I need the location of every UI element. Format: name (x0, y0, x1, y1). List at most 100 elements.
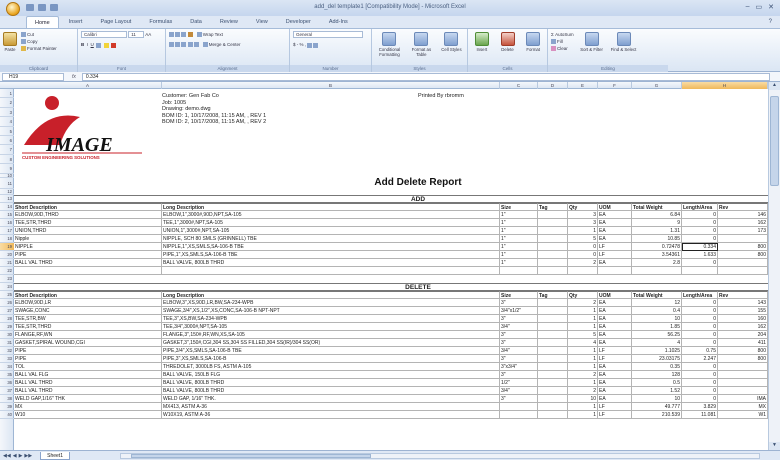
cell[interactable]: LF (598, 242, 632, 251)
cell[interactable]: 1.633 (682, 250, 718, 259)
cell[interactable]: 128 (632, 370, 682, 379)
merge-center-button[interactable]: Merge & Center (209, 42, 241, 47)
cell[interactable] (538, 370, 568, 379)
cell[interactable]: MX (718, 402, 768, 411)
cell[interactable]: Rev (718, 202, 768, 211)
cell[interactable]: BALL VAL THRD (14, 378, 162, 387)
cell[interactable]: 0 (682, 394, 718, 403)
decrease-decimal-icon[interactable] (313, 42, 319, 48)
cell[interactable]: 0 (682, 322, 718, 331)
cell[interactable]: MX413, ASTM A-36 (162, 402, 500, 411)
cell[interactable]: 210.539 (632, 410, 682, 419)
cell[interactable]: LF (598, 402, 632, 411)
cell[interactable] (538, 210, 568, 219)
cell[interactable]: PIPE (14, 354, 162, 363)
row-header-21[interactable]: 21 (0, 259, 14, 267)
table-row[interactable]: TEE,STR,THRD TEE,1",3000#,NPT,SA-105 1" 3 EA… (14, 218, 768, 227)
cell[interactable]: Size (500, 202, 538, 211)
cell[interactable]: 0 (682, 330, 718, 339)
cell[interactable]: 160 (718, 314, 768, 323)
cell[interactable] (598, 266, 632, 275)
decrease-indent-icon[interactable] (188, 42, 194, 48)
cell[interactable]: 1.85 (632, 322, 682, 331)
cell[interactable] (538, 354, 568, 363)
wrap-text-button[interactable]: Wrap Text (203, 32, 223, 37)
cell[interactable]: 0 (682, 298, 718, 307)
fill-color-icon[interactable] (103, 42, 109, 48)
cell[interactable] (538, 258, 568, 267)
cell[interactable]: ELBOW,1",3000#,90D,NPT,SA-105 (162, 210, 500, 219)
cell[interactable]: BALL VALVE, 800LB THRD (162, 386, 500, 395)
bold-icon[interactable]: B (81, 42, 84, 47)
cell[interactable] (500, 402, 538, 411)
cell[interactable]: 1" (500, 234, 538, 243)
row-header-8[interactable]: 8 (0, 155, 14, 165)
table-row[interactable]: BALL VAL THRD BALL VALVE, 800LB THRD 1" 2 EA… (14, 258, 768, 267)
cell[interactable] (538, 226, 568, 235)
cell[interactable]: PIPE,3",XS,SMLS,SA-106-B (162, 354, 500, 363)
cell[interactable]: 0 (682, 226, 718, 235)
cell[interactable]: W10 (14, 410, 162, 419)
scroll-up-icon[interactable]: ▲ (769, 82, 780, 90)
cell[interactable]: 0.4 (632, 306, 682, 315)
close-button[interactable]: ✕ (768, 3, 774, 11)
cell[interactable] (538, 234, 568, 243)
minimize-button[interactable]: – (746, 3, 750, 11)
cell[interactable]: 3" (500, 330, 538, 339)
cell[interactable]: 1.52 (632, 386, 682, 395)
cell[interactable] (718, 378, 768, 387)
table-row[interactable]: W10 W10X19, ASTM A-36 1 LF 210.539 11.081 W1 (14, 410, 768, 419)
clear-button[interactable]: Clear (551, 45, 574, 52)
cell[interactable]: 3 (568, 218, 598, 227)
cell[interactable]: LF (598, 250, 632, 259)
cell[interactable]: LF (598, 410, 632, 419)
cell[interactable]: EA (598, 226, 632, 235)
cell[interactable] (162, 266, 500, 275)
comma-icon[interactable]: , (305, 42, 306, 47)
cell[interactable]: 204 (718, 330, 768, 339)
cell[interactable]: 143 (718, 298, 768, 307)
cell[interactable]: EA (598, 306, 632, 315)
cell[interactable]: NIPPLE,1",XS,SMLS,SA-106-B TBE (162, 242, 500, 251)
cell[interactable]: UOM (598, 290, 632, 299)
cell[interactable] (538, 298, 568, 307)
cell[interactable] (718, 362, 768, 371)
cell[interactable]: 1 (568, 402, 598, 411)
cell[interactable]: BALL VALVE, 800LB THRD (162, 378, 500, 387)
cell[interactable]: 0.75 (682, 346, 718, 355)
increase-indent-icon[interactable] (194, 42, 200, 48)
cell[interactable]: 0 (682, 306, 718, 315)
cell[interactable]: 3" (500, 338, 538, 347)
cell[interactable] (538, 410, 568, 419)
cell[interactable]: 1" (500, 218, 538, 227)
horizontal-scrollbar[interactable] (120, 453, 760, 459)
cell[interactable]: UOM (598, 202, 632, 211)
cell[interactable]: Tag (538, 290, 568, 299)
cell[interactable] (538, 338, 568, 347)
cell[interactable]: 0 (682, 218, 718, 227)
table-row[interactable]: PIPE PIPE,3",XS,SMLS,SA-106-B 3" 1 LF 23.0317… (14, 354, 768, 363)
borders-icon[interactable] (96, 42, 102, 48)
cell[interactable]: 1 (568, 378, 598, 387)
cell[interactable]: UNION,THRD (14, 226, 162, 235)
cell[interactable]: NIPPLE (14, 242, 162, 251)
number-format-select[interactable]: General (293, 31, 363, 39)
cell[interactable]: IMA (718, 394, 768, 403)
cell[interactable] (718, 386, 768, 395)
align-left-icon[interactable] (169, 42, 174, 48)
cell[interactable] (718, 370, 768, 379)
cell[interactable]: 3" (500, 370, 538, 379)
cell[interactable]: Length/Area (682, 290, 718, 299)
row-header-14[interactable]: 14 (0, 203, 14, 211)
cell[interactable]: 56.25 (632, 330, 682, 339)
vertical-scrollbar[interactable]: ▲ ▼ (768, 82, 780, 450)
horizontal-scroll-thumb[interactable] (131, 454, 371, 458)
cell[interactable] (538, 250, 568, 259)
row-header-34[interactable]: 34 (0, 363, 14, 371)
cell[interactable]: 173 (718, 226, 768, 235)
cell[interactable]: 0 (682, 386, 718, 395)
row-header-19[interactable]: 19 (0, 242, 14, 251)
row-header-3[interactable]: 3 (0, 108, 14, 118)
cell[interactable]: 1" (500, 210, 538, 219)
cell[interactable]: THREDOLET, 3000LB FS, ASTM A-105 (162, 362, 500, 371)
